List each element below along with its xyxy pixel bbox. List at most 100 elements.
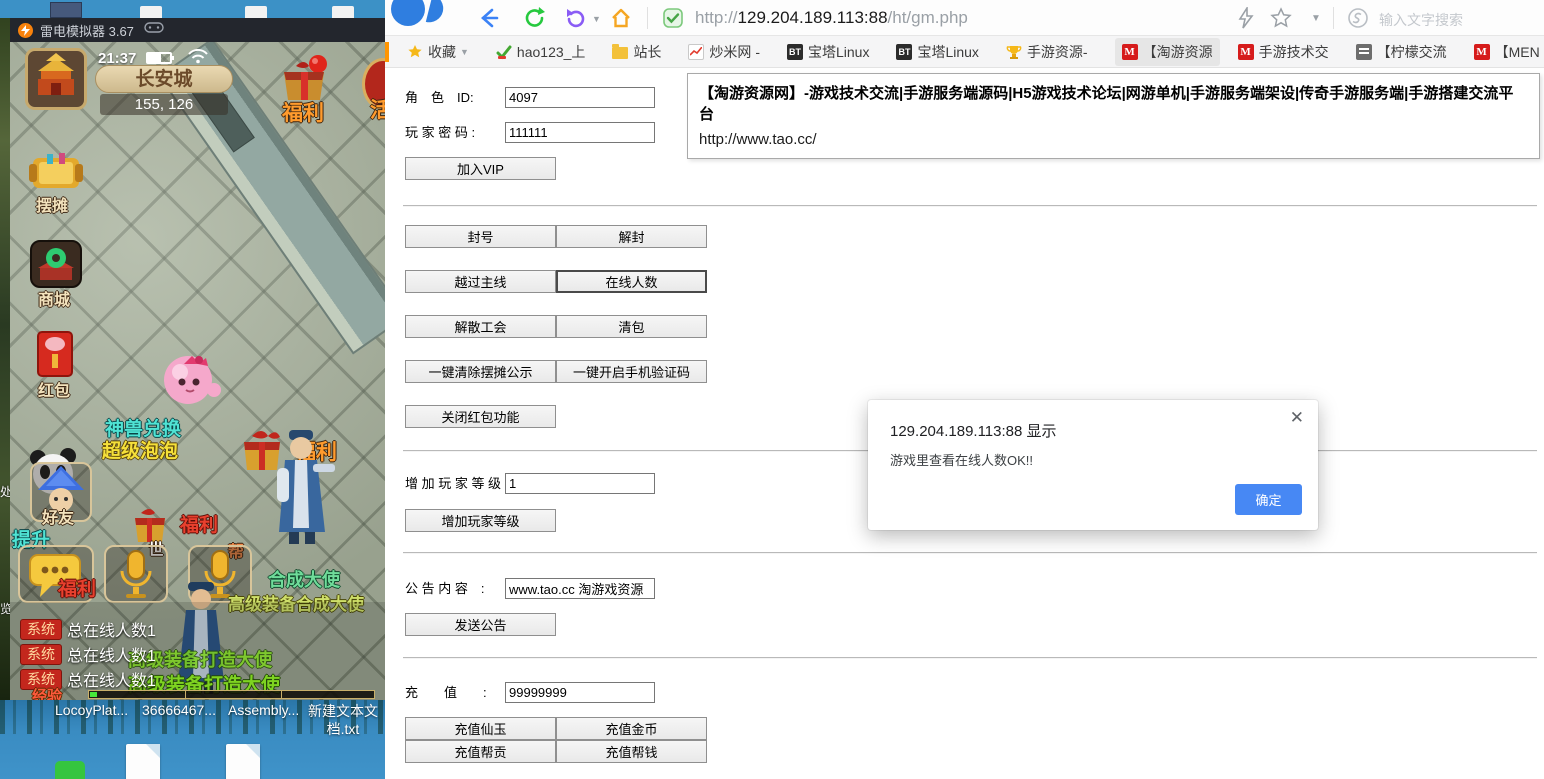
add-level-input[interactable] [505, 473, 655, 494]
toolbar-dropdown-caret[interactable]: ▼ [1311, 13, 1321, 24]
site-safety-icon[interactable] [661, 6, 685, 35]
desktop-icon-label[interactable]: 新建文本文档.txt [303, 702, 383, 738]
chevron-down-icon: ▼ [460, 47, 469, 57]
add-level-label: 增 加 玩 家 等 级 : [405, 473, 508, 495]
url-host: 129.204.189.113:88 [738, 8, 888, 27]
unban-button[interactable]: 解封 [556, 225, 707, 248]
chat-text: 总在线人数1 [67, 667, 156, 691]
desktop-icon-top [140, 6, 162, 18]
close-icon[interactable]: ✕ [1290, 408, 1304, 428]
stall-button[interactable] [27, 150, 85, 196]
bookmark-hao123[interactable]: hao123_上 [496, 42, 586, 62]
desktop-icon-label[interactable]: LocoyPlat... [55, 702, 128, 718]
join-vip-button[interactable]: 加入VIP [405, 157, 556, 180]
desktop-file-icon[interactable] [126, 744, 160, 779]
close-redpacket-button[interactable]: 关闭红包功能 [405, 405, 556, 428]
recharge-xianyu-button[interactable]: 充值仙玉 [405, 717, 556, 740]
bookmark-chaomi[interactable]: 炒米网 - [688, 42, 760, 62]
minimap-button[interactable] [25, 48, 87, 110]
desktop-file-icon[interactable] [226, 744, 260, 779]
bookmark-label: 【柠檬交流 [1377, 42, 1447, 62]
browser-logo-icon [426, 0, 446, 25]
bookmark-taoyou[interactable]: M 【淘游资源 [1115, 38, 1220, 66]
search-engine-icon[interactable] [1347, 7, 1369, 34]
welfare-chat-label: 福利 [58, 574, 96, 601]
ldplayer-logo-icon [18, 23, 33, 38]
dialog-ok-button[interactable]: 确定 [1235, 484, 1302, 515]
desktop-icon-top [245, 6, 267, 18]
welfare-small-label: 福利 [180, 510, 218, 537]
world-voice-button[interactable] [104, 545, 168, 603]
recharge-banggong-button[interactable]: 充值帮贡 [405, 740, 556, 763]
add-level-button[interactable]: 增加玩家等级 [405, 509, 556, 532]
skip-mainline-button[interactable]: 越过主线 [405, 270, 556, 293]
password-input[interactable] [505, 122, 655, 143]
notice-input[interactable] [505, 578, 655, 599]
location-coords: 155, 126 [100, 94, 228, 115]
undo-history-button[interactable] [563, 6, 587, 35]
recharge-bangqian-button[interactable]: 充值帮钱 [556, 740, 707, 763]
desktop-app-icon[interactable] [55, 761, 85, 779]
game-screen[interactable]: 21:37 长安城 155, 126 福利 活 摆摊 商城 [10, 42, 385, 700]
pink-pet[interactable] [162, 352, 224, 413]
hao123-icon [496, 44, 512, 60]
bookmark-label: 【淘游资源 [1143, 42, 1213, 62]
system-chat-message: 系统 总在线人数1 [20, 643, 156, 665]
bookmarks-edge-strip [385, 42, 389, 62]
bookmark-tooltip: 【淘游资源网】-游戏技术交流|手游服务端源码|H5游戏技术论坛|网游单机|手游服… [687, 73, 1540, 159]
desktop-background-top [0, 0, 385, 18]
recharge-input[interactable] [505, 682, 655, 703]
mall-button[interactable] [30, 240, 82, 288]
desktop-icon-label[interactable]: Assembly... [228, 702, 299, 718]
bookmark-baota-2[interactable]: BT 宝塔Linux [896, 42, 978, 62]
bookmark-shouyou[interactable]: 手游资源- [1006, 42, 1088, 62]
browser-window: ▼ http://129.204.189.113:88/ht/gm.php ▼ [385, 0, 1544, 779]
tooltip-title: 【淘游资源网】-游戏技术交流|手游服务端源码|H5游戏技术论坛|网游单机|手游服… [699, 82, 1528, 124]
divider [403, 205, 1537, 207]
toolbar-divider [647, 7, 648, 29]
clear-stall-button[interactable]: 一键清除摆摊公示 [405, 360, 556, 383]
bookmark-ningmeng[interactable]: 【柠檬交流 [1356, 42, 1447, 62]
bookmark-favorites[interactable]: 收藏 ▼ [407, 42, 469, 62]
emulator-titlebar[interactable]: 雷电模拟器 3.67 [10, 18, 385, 42]
favorite-star-icon[interactable] [1270, 7, 1292, 34]
bookmark-label: 宝塔Linux [917, 42, 978, 62]
bookmark-zhanzhang[interactable]: 站长 [612, 42, 661, 62]
exp-label: 经验 [32, 685, 62, 700]
bookmark-men[interactable]: M 【MEN [1474, 42, 1540, 62]
role-id-input[interactable] [505, 87, 655, 108]
emulator-title: 雷电模拟器 3.67 [40, 21, 134, 40]
gm-page: 【淘游资源网】-游戏技术交流|手游服务端源码|H5游戏技术论坛|网游单机|手游服… [385, 68, 1544, 779]
search-input[interactable]: 输入文字搜索 [1379, 10, 1463, 30]
bookmark-shouyou-tech[interactable]: M 手游技术交 [1238, 42, 1329, 62]
bookmark-label: 宝塔Linux [808, 42, 869, 62]
flash-icon[interactable] [1235, 7, 1257, 34]
refresh-button[interactable] [523, 6, 547, 35]
redpacket-label: 红包 [38, 377, 70, 401]
bookmark-baota-1[interactable]: BT 宝塔Linux [787, 42, 869, 62]
send-notice-button[interactable]: 发送公告 [405, 613, 556, 636]
online-count-button[interactable]: 在线人数 [556, 270, 707, 293]
desktop-icon-top [332, 6, 354, 18]
redpacket-button[interactable] [32, 330, 78, 380]
undo-dropdown-caret[interactable]: ▼ [592, 14, 601, 24]
clear-bag-button[interactable]: 清包 [556, 315, 707, 338]
desktop-icon-label[interactable]: 36666467... [142, 702, 216, 718]
dialog-message: 游戏里查看在线人数OK!! [890, 450, 1033, 469]
back-button[interactable] [477, 6, 501, 35]
bookmark-label: 收藏 [428, 42, 456, 62]
system-chat-message: 系统 总在线人数1 [20, 618, 156, 640]
recharge-gold-button[interactable]: 充值金币 [556, 717, 707, 740]
browser-toolbar: ▼ http://129.204.189.113:88/ht/gm.php ▼ [385, 0, 1544, 36]
star-icon [407, 44, 423, 60]
battery-icon [146, 52, 172, 64]
chat-text: 总在线人数1 [67, 642, 156, 666]
url-path: /ht/gm.php [888, 8, 968, 27]
dissolve-guild-button[interactable]: 解散工会 [405, 315, 556, 338]
ban-button[interactable]: 封号 [405, 225, 556, 248]
address-bar[interactable]: http://129.204.189.113:88/ht/gm.php [695, 8, 968, 28]
npc-synth-ambassador[interactable] [265, 428, 337, 553]
home-button[interactable] [609, 6, 633, 35]
enable-sms-button[interactable]: 一键开启手机验证码 [556, 360, 707, 383]
browser-logo-icon[interactable] [391, 0, 425, 26]
